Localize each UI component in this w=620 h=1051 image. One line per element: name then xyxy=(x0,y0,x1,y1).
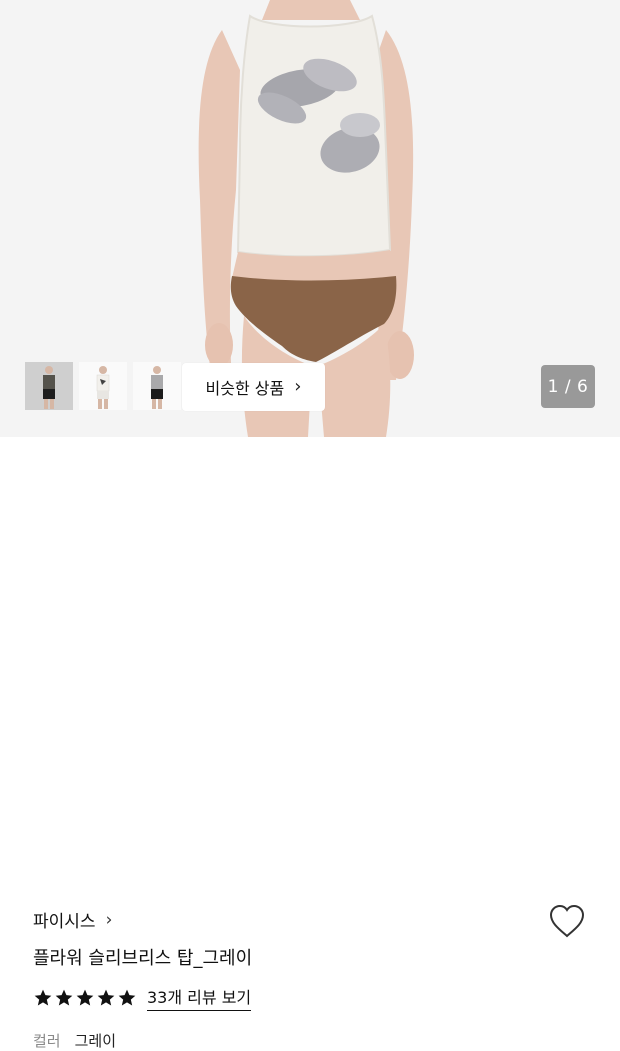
heart-outline-icon[interactable] xyxy=(548,903,586,941)
review-link[interactable]: 33개 리뷰 보기 xyxy=(147,984,252,1011)
thumbnail-1[interactable] xyxy=(25,362,73,410)
color-option: 컬러 그레이 xyxy=(33,1030,116,1051)
image-counter: 1 / 6 xyxy=(541,365,595,408)
option-label: 컬러 xyxy=(33,1032,61,1050)
star-filled-icon xyxy=(97,989,115,1005)
chevron-right-icon: › xyxy=(294,376,302,397)
rating-row: 33개 리뷰 보기 xyxy=(33,984,252,1011)
brand-name: 파이시스 xyxy=(33,912,96,932)
chevron-right-icon: › xyxy=(105,909,113,930)
star-filled-icon xyxy=(55,989,73,1005)
thumbnail-strip xyxy=(25,362,181,410)
brand-link[interactable]: 파이시스 › xyxy=(33,907,113,933)
star-filled-icon xyxy=(76,989,94,1005)
star-filled-icon xyxy=(34,989,52,1005)
star-filled-icon xyxy=(118,989,136,1005)
option-value: 그레이 xyxy=(74,1032,117,1050)
star-rating xyxy=(33,988,137,1008)
similar-products-button[interactable]: 비슷한 상품 › xyxy=(182,363,325,411)
product-image-gallery[interactable]: 비슷한 상품 › 1 / 6 xyxy=(0,0,620,437)
similar-products-label: 비슷한 상품 xyxy=(205,379,285,398)
thumbnail-3[interactable] xyxy=(133,362,181,410)
thumbnail-2[interactable] xyxy=(79,362,127,410)
product-title: 플라워 슬리브리스 탑_그레이 xyxy=(33,948,253,969)
